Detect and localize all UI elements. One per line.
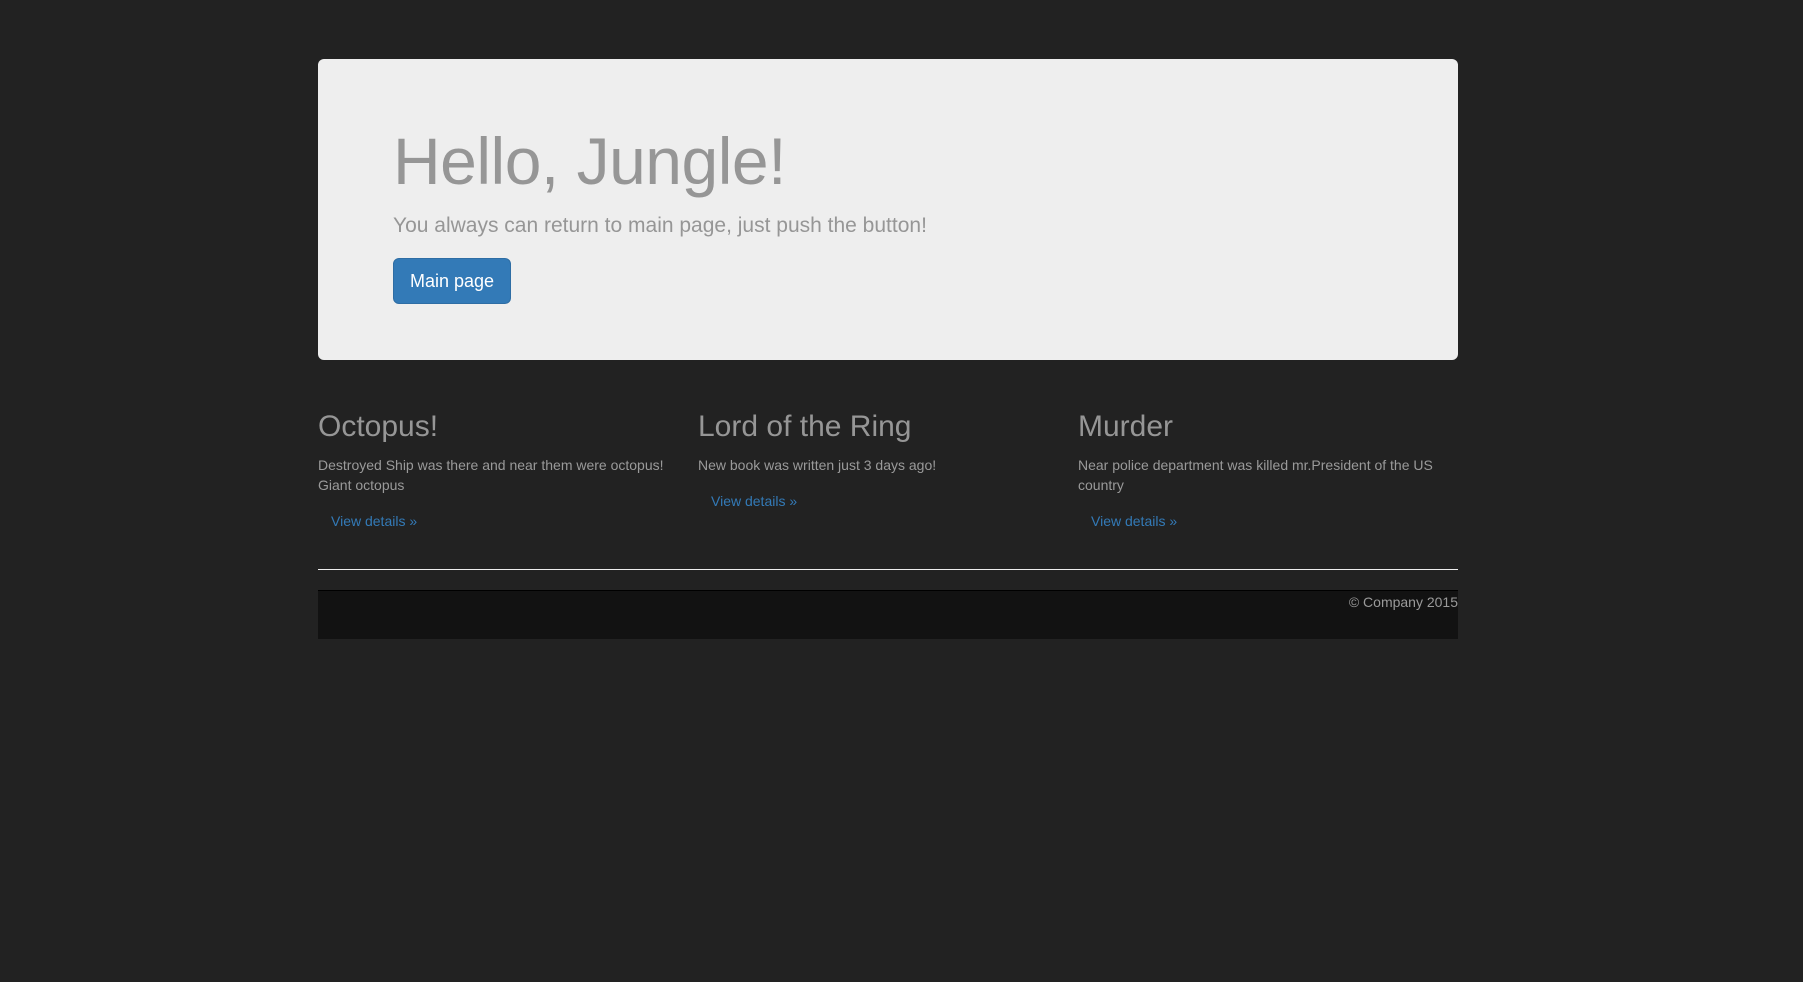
column-murder: Murder Near police department was killed… xyxy=(1078,410,1458,535)
view-details-link[interactable]: View details » xyxy=(1078,507,1190,535)
view-details-link[interactable]: View details » xyxy=(698,487,810,515)
column-title: Lord of the Ring xyxy=(698,410,912,443)
footer: © Company 2015 xyxy=(318,590,1458,639)
column-title: Murder xyxy=(1078,410,1174,443)
content-row: Octopus! Destroyed Ship was there and ne… xyxy=(318,410,1458,535)
column-text: Near police department was killed mr.Pre… xyxy=(1078,457,1433,493)
column-text: New book was written just 3 days ago! xyxy=(698,457,937,473)
view-details-link[interactable]: View details » xyxy=(318,507,430,535)
lead-text: You always can return to main page, just… xyxy=(393,213,927,237)
footer-copyright: © Company 2015 xyxy=(1348,594,1458,610)
column-lord-of-the-ring: Lord of the Ring New book was written ju… xyxy=(698,410,1078,535)
main-container: Hello, Jungle! You always can return to … xyxy=(318,59,1458,639)
divider xyxy=(318,569,1458,570)
column-title: Octopus! xyxy=(318,410,439,443)
column-text: Destroyed Ship was there and near them w… xyxy=(318,457,664,493)
jumbotron: Hello, Jungle! You always can return to … xyxy=(318,59,1458,360)
main-page-button[interactable]: Main page xyxy=(393,257,512,304)
column-octopus: Octopus! Destroyed Ship was there and ne… xyxy=(318,410,698,535)
page-title: Hello, Jungle! xyxy=(393,124,786,198)
